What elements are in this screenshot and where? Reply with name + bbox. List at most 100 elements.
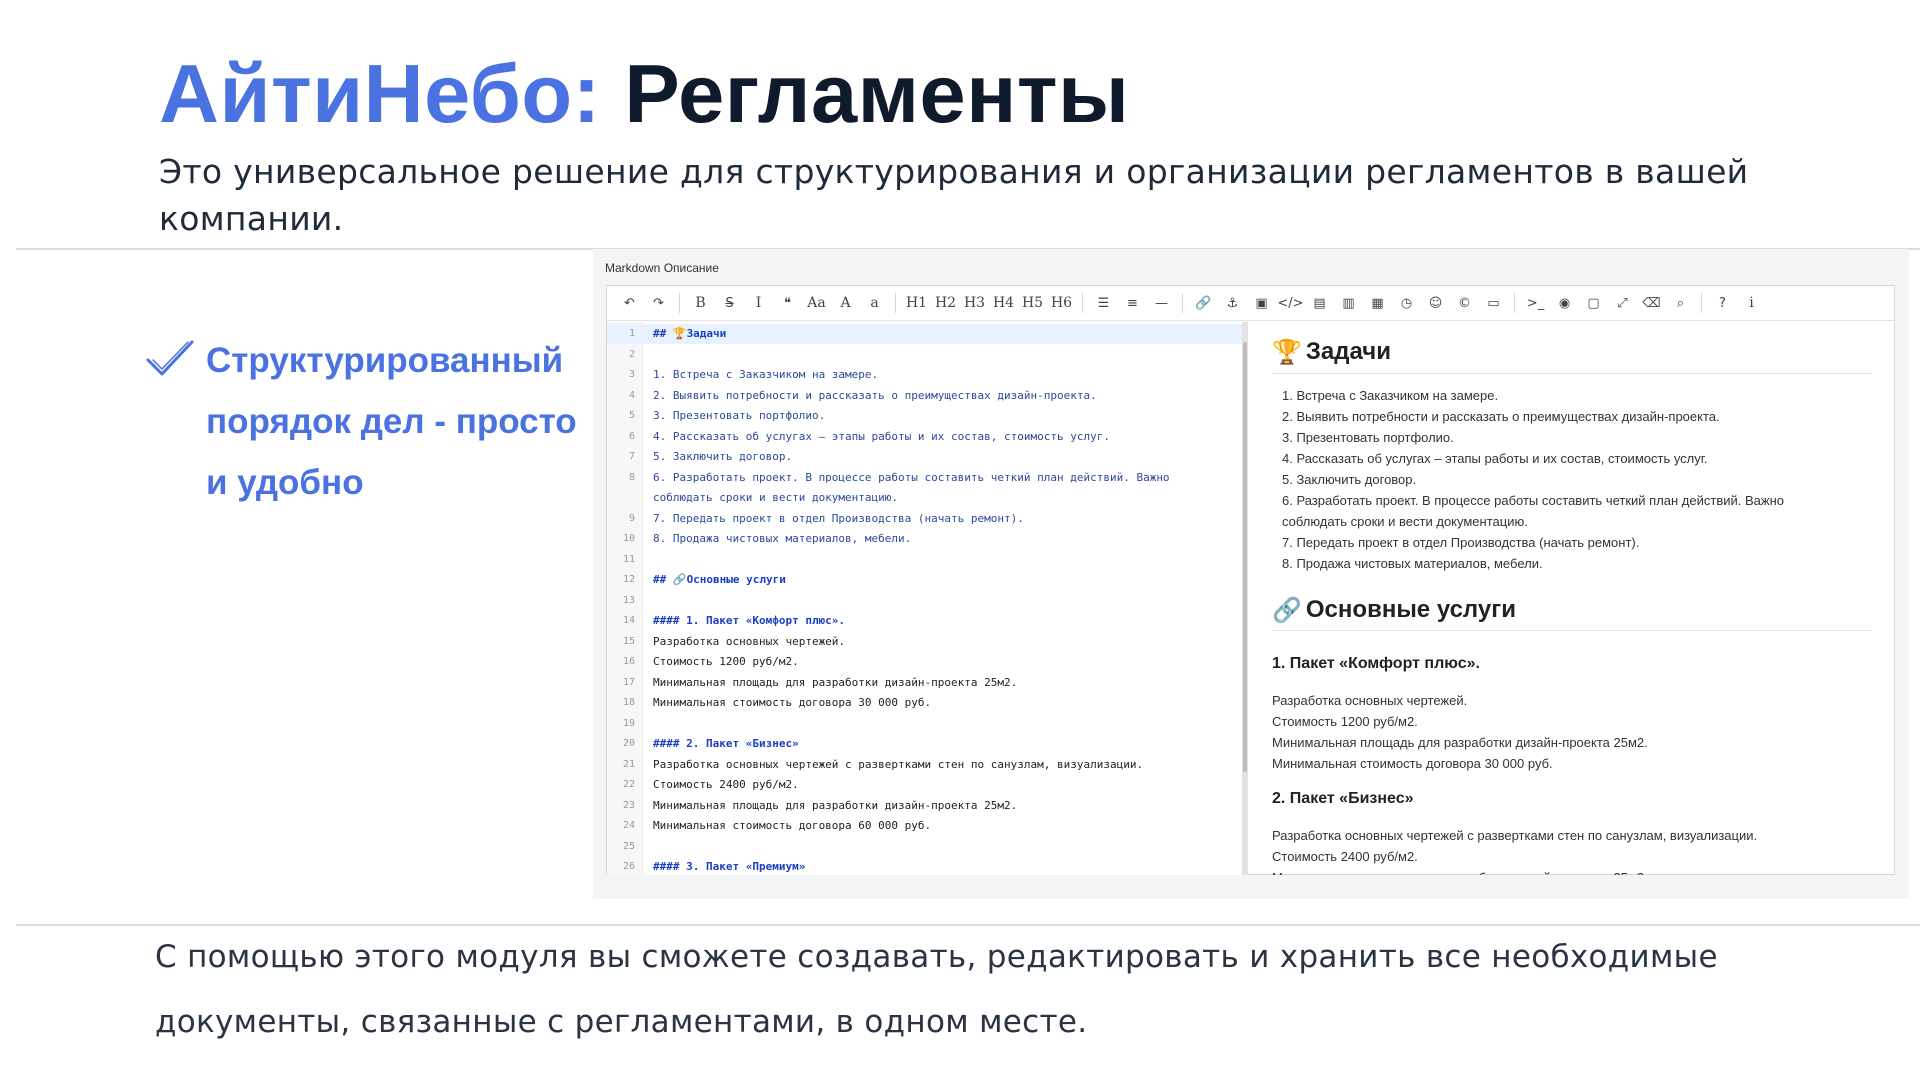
code-line[interactable]: 10 8. Продажа чистовых материалов, мебели… xyxy=(607,529,1242,549)
h2-button[interactable]: H2 xyxy=(931,291,960,315)
horizontal-rule-icon[interactable]: — xyxy=(1147,291,1176,315)
anchor-icon[interactable]: ⚓ xyxy=(1218,291,1247,315)
code-text: 1. Встреча с Заказчиком на замере. xyxy=(653,368,879,381)
table-icon[interactable]: ▦ xyxy=(1363,291,1392,315)
fullscreen-icon[interactable]: ⤢ xyxy=(1608,291,1637,315)
code-line[interactable]: 18 Минимальная стоимость договора 30 000 … xyxy=(607,693,1242,713)
code-line[interactable]: 5 3. Презентовать портфолио. xyxy=(607,406,1242,426)
code-line[interactable]: 2 xyxy=(607,345,1242,365)
code-line[interactable]: 12 ## 🔗Основные услуги xyxy=(607,570,1242,590)
redo-icon[interactable]: ↷ xyxy=(644,291,673,315)
italic-button[interactable]: I xyxy=(744,291,773,315)
code-line[interactable]: 26 #### 3. Пакет «Премиум» xyxy=(607,857,1242,875)
code-line[interactable]: 7 5. Заключить договор. xyxy=(607,447,1242,467)
preview-list-item: 8. Продажа чистовых материалов, мебели. xyxy=(1282,556,1543,571)
preview-pane: 🏆 Задачи 1. Встреча с Заказчиком на заме… xyxy=(1248,322,1894,875)
code-line[interactable]: соблюдать сроки и вести документацию. xyxy=(607,488,1242,508)
line-number: 5 xyxy=(628,410,635,421)
h1-button[interactable]: H1 xyxy=(902,291,931,315)
toolbar-separator xyxy=(1082,293,1083,313)
code-line[interactable]: 4 2. Выявить потребности и рассказать о п… xyxy=(607,386,1242,406)
code-line[interactable]: 8 6. Разработать проект. В процессе работ… xyxy=(607,468,1242,488)
code-line[interactable]: 19 xyxy=(607,714,1242,734)
line-number: 26 xyxy=(622,861,635,872)
unordered-list-icon[interactable]: ☰ xyxy=(1089,291,1118,315)
code-line[interactable]: 21 Разработка основных чертежей с разверт… xyxy=(607,755,1242,775)
h4-button[interactable]: H4 xyxy=(989,291,1018,315)
image-icon[interactable]: ▣ xyxy=(1247,291,1276,315)
preview-list-item: соблюдать сроки и вести документацию. xyxy=(1282,514,1528,529)
page-title: АйтиНебо: Регламенты xyxy=(159,46,1129,142)
bold-button[interactable]: B xyxy=(686,291,715,315)
code-line[interactable]: 1 ## 🏆Задачи xyxy=(607,324,1242,344)
lowercase-button[interactable]: a xyxy=(860,291,889,315)
html-entities-icon[interactable]: © xyxy=(1450,291,1479,315)
h3-button[interactable]: H3 xyxy=(960,291,989,315)
search-icon[interactable]: ⌕ xyxy=(1666,291,1695,315)
watch-icon[interactable]: ◉ xyxy=(1550,291,1579,315)
code-line[interactable]: 15 Разработка основных чертежей. xyxy=(607,632,1242,652)
clear-icon[interactable]: ⌫ xyxy=(1637,291,1666,315)
code-line[interactable]: 13 xyxy=(607,591,1242,611)
code-block-icon[interactable]: ▤ xyxy=(1305,291,1334,315)
code-text: #### 1. Пакет «Комфорт плюс». xyxy=(653,614,846,627)
code-line[interactable]: 22 Стоимость 2400 руб/м2. xyxy=(607,775,1242,795)
line-number: 18 xyxy=(622,697,635,708)
code-text: Минимальная стоимость договора 30 000 ру… xyxy=(653,696,932,709)
code-pane[interactable]: 1 ## 🏆Задачи 2 3 1. Встреча с Заказчиком на … xyxy=(607,322,1242,875)
code-line[interactable]: 23 Минимальная площадь для разработки диз… xyxy=(607,796,1242,816)
code-line[interactable]: 3 1. Встреча с Заказчиком на замере. xyxy=(607,365,1242,385)
quote-icon[interactable]: ❝ xyxy=(773,291,802,315)
code-line[interactable]: 17 Минимальная площадь для разработки диз… xyxy=(607,673,1242,693)
h6-button[interactable]: H6 xyxy=(1047,291,1076,315)
checkmark-icon xyxy=(146,340,194,376)
line-number: 13 xyxy=(622,594,635,606)
h5-button[interactable]: H5 xyxy=(1018,291,1047,315)
preview-list-item: 7. Передать проект в отдел Производства … xyxy=(1282,535,1640,550)
code-line[interactable]: 16 Стоимость 1200 руб/м2. xyxy=(607,652,1242,672)
datetime-icon[interactable]: ◷ xyxy=(1392,291,1421,315)
help-icon[interactable]: ? xyxy=(1708,291,1737,315)
code-line[interactable]: 6 4. Рассказать об услугах – этапы работы… xyxy=(607,427,1242,447)
line-number: 15 xyxy=(622,635,635,647)
toolbar-separator xyxy=(1182,293,1183,313)
preview-icon[interactable]: ▢ xyxy=(1579,291,1608,315)
code-text: 2. Выявить потребности и рассказать о пр… xyxy=(653,388,1097,402)
code-icon[interactable]: </> xyxy=(1276,291,1305,315)
line-number: 21 xyxy=(622,758,635,770)
preview-text-line: Стоимость 2400 руб/м2. xyxy=(1272,849,1418,864)
code-line[interactable]: 11 xyxy=(607,550,1242,570)
preview-list-item: 3. Презентовать портфолио. xyxy=(1282,430,1454,445)
goto-line-icon[interactable]: >_ xyxy=(1521,291,1550,315)
toolbar-separator xyxy=(895,293,896,313)
undo-icon[interactable]: ↶ xyxy=(615,291,644,315)
markdown-editor: ↶ ↷ B S̶ I ❝ Aa Aa H1 H2 H3 H4 H5 H6 ☰ ≡ — 🔗 ⚓ ▣ </> ▤ ▥ ▦ ◷ ☺ © ▭ >… xyxy=(606,285,1895,875)
line-number: 24 xyxy=(622,820,635,831)
page-break-icon[interactable]: ▭ xyxy=(1479,291,1508,315)
trophy-icon: 🏆 xyxy=(1272,338,1302,366)
code-line[interactable]: 14 #### 1. Пакет «Комфорт плюс». xyxy=(607,611,1242,631)
preview-list-item: 2. Выявить потребности и рассказать о пр… xyxy=(1282,409,1720,424)
feature-text: Структурированный порядок дел - просто и… xyxy=(206,341,577,502)
preview-text-line: Разработка основных чертежей с развертка… xyxy=(1272,828,1758,843)
code-line[interactable]: 9 7. Передать проект в отдел Производства… xyxy=(607,509,1242,529)
ordered-list-icon[interactable]: ≡ xyxy=(1118,291,1147,315)
code-line[interactable]: 25 xyxy=(607,837,1242,857)
emoji-icon[interactable]: ☺ xyxy=(1421,291,1450,315)
link-icon[interactable]: 🔗 xyxy=(1189,291,1218,315)
code-line[interactable]: 24 Минимальная стоимость договора 60 000 … xyxy=(607,816,1242,836)
preview-list-item: 5. Заключить договор. xyxy=(1282,472,1417,487)
info-icon[interactable]: i xyxy=(1737,291,1766,315)
code-line[interactable]: 20 #### 2. Пакет «Бизнес» xyxy=(607,734,1242,754)
code-text: Минимальная стоимость договора 60 000 ру… xyxy=(653,819,932,832)
footer-description: С помощью этого модуля вы сможете создав… xyxy=(155,939,1718,1040)
preformatted-icon[interactable]: ▥ xyxy=(1334,291,1363,315)
code-text: ## 🔗Основные услуги xyxy=(653,573,786,586)
uppercase-button[interactable]: Aa xyxy=(802,291,831,315)
strikethrough-button[interactable]: S̶ xyxy=(715,291,744,315)
font-larger-button[interactable]: A xyxy=(831,291,860,315)
toolbar-separator xyxy=(1514,293,1515,313)
code-text: Стоимость 1200 руб/м2. xyxy=(653,655,799,668)
code-text: Минимальная площадь для разработки дизай… xyxy=(653,798,1018,812)
line-number: 6 xyxy=(628,430,635,442)
